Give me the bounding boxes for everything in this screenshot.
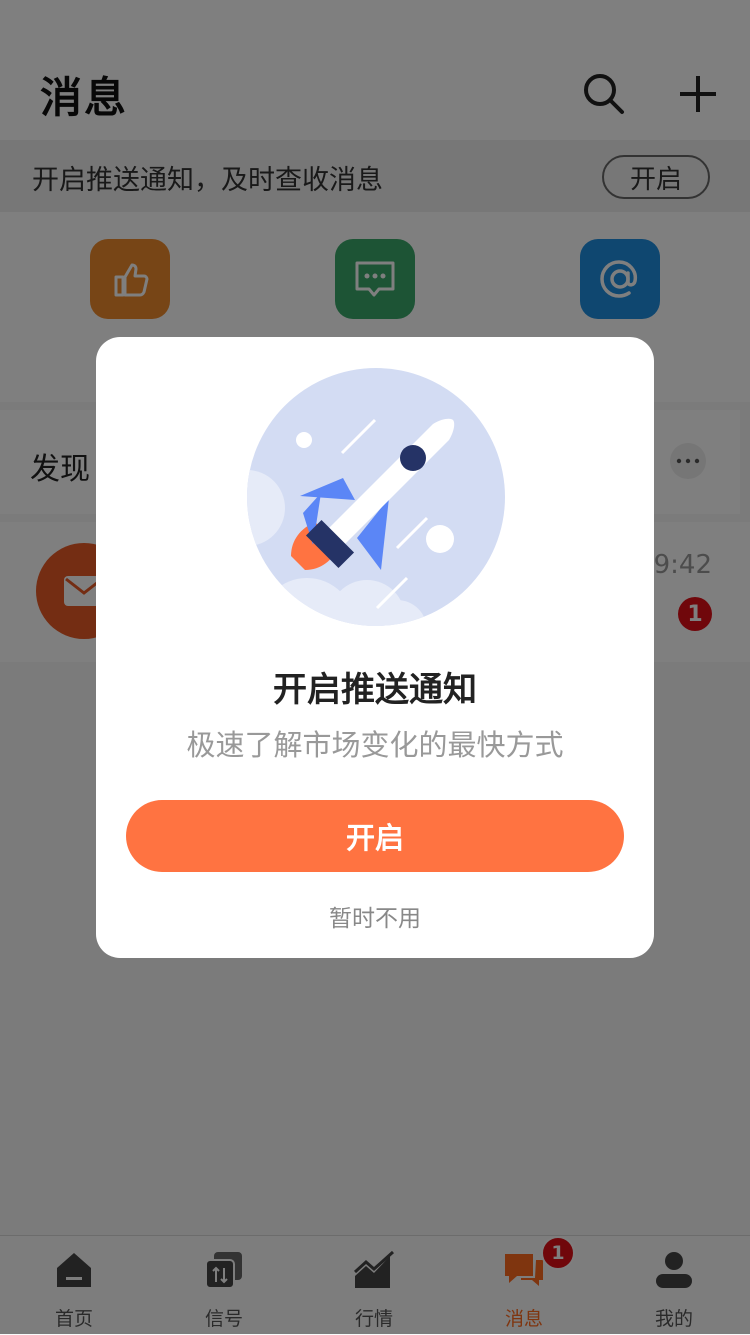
enable-push-button[interactable]: 开启 [126, 800, 624, 872]
dialog-title: 开启推送通知 [273, 670, 477, 710]
not-now-link[interactable]: 暂时不用 [96, 899, 654, 933]
rocket-icon [247, 368, 505, 626]
dialog-subtitle: 极速了解市场变化的最快方式 [186, 728, 564, 762]
